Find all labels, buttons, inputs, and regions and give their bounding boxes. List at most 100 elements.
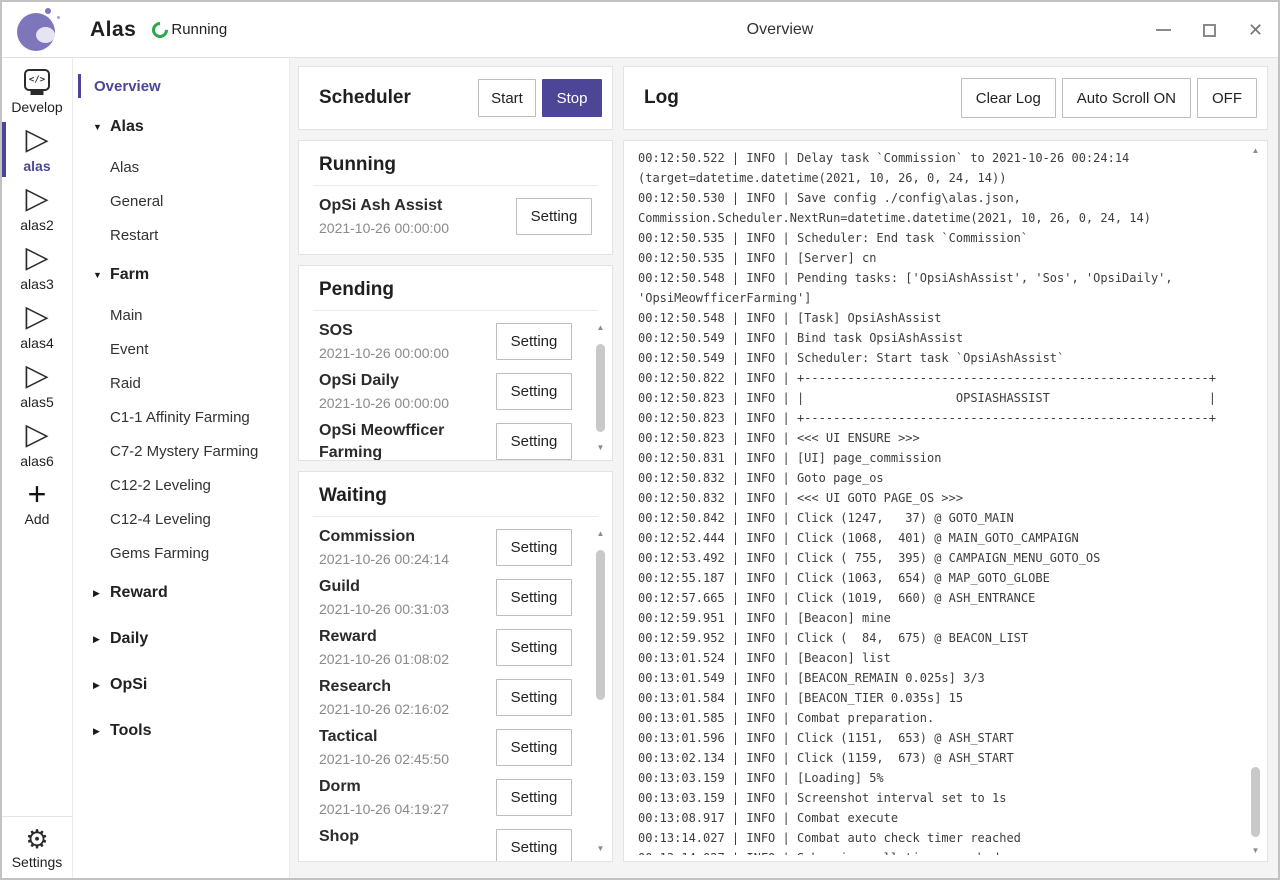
nav-item-label: Overview <box>94 78 161 95</box>
scroll-up-icon[interactable]: ▲ <box>1252 145 1260 157</box>
log-line: 00:13:01.524 | INFO | [Beacon] list <box>638 648 1239 668</box>
nav-item[interactable]: Overview <box>73 68 289 104</box>
nav-item[interactable]: Main <box>73 298 289 332</box>
setting-button[interactable]: Setting <box>496 729 572 766</box>
nav-item[interactable]: General <box>73 184 289 218</box>
auto-scroll-off-button[interactable]: OFF <box>1197 78 1257 118</box>
nav-item[interactable]: C7-2 Mystery Farming <box>73 434 289 468</box>
task-next-run-time: 2021-10-26 02:16:02 <box>319 699 491 719</box>
scroll-up-icon[interactable]: ▲ <box>597 322 605 334</box>
setting-button[interactable]: Setting <box>516 198 592 235</box>
rail-item[interactable]: + Add <box>2 474 72 533</box>
clear-log-button[interactable]: Clear Log <box>961 78 1056 118</box>
log-line: 00:12:50.549 | INFO | Bind task OpsiAshA… <box>638 328 1239 348</box>
task-row: OpSi Meowfficer Farming Setting <box>319 420 572 460</box>
running-spinner-icon <box>149 18 172 41</box>
settings-label: Settings <box>12 854 63 870</box>
log-line: (target=datetime.datetime(2021, 10, 26, … <box>638 168 1239 188</box>
nav-item-label: C1-1 Affinity Farming <box>110 409 250 426</box>
setting-button[interactable]: Setting <box>496 579 572 616</box>
log-scrollbar[interactable]: ▲ ▼ <box>1248 145 1263 857</box>
setting-button[interactable]: Setting <box>496 529 572 566</box>
waiting-list: Commission 2021-10-26 00:24:14 Setting G… <box>299 517 612 861</box>
nav-item[interactable]: Event <box>73 332 289 366</box>
task-row: Tactical 2021-10-26 02:45:50 Setting <box>319 726 572 776</box>
scroll-down-icon[interactable]: ▼ <box>1252 845 1260 857</box>
task-row: SOS 2021-10-26 00:00:00 Setting <box>319 320 572 370</box>
nav-item[interactable]: C1-1 Affinity Farming <box>73 400 289 434</box>
nav-item[interactable]: ▶ Reward <box>73 570 289 616</box>
task-next-run-time: 2021-10-26 00:24:14 <box>319 549 491 569</box>
settings-button[interactable]: ⚙ Settings <box>2 816 72 878</box>
rail-item[interactable]: ▷ alas2 <box>2 179 72 238</box>
auto-scroll-on-button[interactable]: Auto Scroll ON <box>1062 78 1191 118</box>
nav-item[interactable]: Gems Farming <box>73 536 289 570</box>
minimize-button[interactable] <box>1155 22 1172 39</box>
nav-item-label: Restart <box>110 227 158 244</box>
main-content: Scheduler Start Stop Running OpSi Ash As <box>290 58 1278 878</box>
log-line: 00:12:50.832 | INFO | Goto page_os <box>638 468 1239 488</box>
setting-button[interactable]: Setting <box>496 779 572 816</box>
log-panel: 00:12:50.522 | INFO | Delay task `Commis… <box>623 140 1268 862</box>
log-line: 00:12:50.842 | INFO | Click (1247, 37) @… <box>638 508 1239 528</box>
start-button[interactable]: Start <box>478 79 536 117</box>
log-line: 00:12:50.822 | INFO | +-----------------… <box>638 368 1239 388</box>
scrollbar-thumb[interactable] <box>596 344 605 432</box>
log-line: 00:13:03.159 | INFO | [Loading] 5% <box>638 768 1239 788</box>
alas-logo-icon <box>14 6 62 54</box>
rail-item[interactable]: </> Develop <box>2 64 72 120</box>
task-name: SOS <box>319 320 491 342</box>
setting-button[interactable]: Setting <box>496 323 572 360</box>
nav-item-label: Reward <box>110 584 168 602</box>
scroll-down-icon[interactable]: ▼ <box>597 843 605 855</box>
nav-item-label: Farm <box>110 266 149 284</box>
log-line: 00:12:55.187 | INFO | Click (1063, 654) … <box>638 568 1239 588</box>
scrollbar-thumb[interactable] <box>596 550 605 700</box>
task-next-run-time: 2021-10-26 02:45:50 <box>319 749 491 769</box>
nav-item-label: Alas <box>110 118 144 136</box>
waiting-scrollbar[interactable]: ▲ ▼ <box>593 528 608 855</box>
setting-button[interactable]: Setting <box>496 629 572 666</box>
nav-item[interactable]: ▼ Alas <box>73 104 289 150</box>
pending-title: Pending <box>313 266 598 311</box>
nav-item[interactable]: Raid <box>73 366 289 400</box>
rail-item[interactable]: ▷ alas4 <box>2 297 72 356</box>
rail-item[interactable]: ▷ alas5 <box>2 356 72 415</box>
task-name: OpSi Meowfficer Farming <box>319 420 491 460</box>
stop-button[interactable]: Stop <box>542 79 602 117</box>
nav-item-label: Event <box>110 341 148 358</box>
nav-item[interactable]: C12-2 Leveling <box>73 468 289 502</box>
log-line: 00:12:50.823 | INFO | <<< UI ENSURE >>> <box>638 428 1239 448</box>
scroll-down-icon[interactable]: ▼ <box>597 442 605 454</box>
log-line: 00:12:50.549 | INFO | Scheduler: Start t… <box>638 348 1239 368</box>
log-line: 'OpsiMeowfficerFarming'] <box>638 288 1239 308</box>
nav-item[interactable]: ▶ Daily <box>73 616 289 662</box>
nav-item[interactable]: ▶ Tools <box>73 708 289 754</box>
task-row: Reward 2021-10-26 01:08:02 Setting <box>319 626 572 676</box>
setting-button[interactable]: Setting <box>496 829 572 861</box>
nav-item[interactable]: C12-4 Leveling <box>73 502 289 536</box>
task-row: Commission 2021-10-26 00:24:14 Setting <box>319 526 572 576</box>
pending-scrollbar[interactable]: ▲ ▼ <box>593 322 608 454</box>
rail-item[interactable]: ▷ alas6 <box>2 415 72 474</box>
maximize-button[interactable] <box>1201 22 1218 39</box>
nav-item[interactable]: ▼ Farm <box>73 252 289 298</box>
expand-arrow-icon: ▼ <box>93 122 110 132</box>
nav-item-label: Main <box>110 307 143 324</box>
expand-arrow-icon: ▶ <box>93 634 110 645</box>
nav-item[interactable]: ▶ OpSi <box>73 662 289 708</box>
scrollbar-thumb[interactable] <box>1251 767 1260 837</box>
setting-button[interactable]: Setting <box>496 679 572 716</box>
expand-arrow-icon: ▶ <box>93 680 110 691</box>
rail-item[interactable]: ▷ alas3 <box>2 238 72 297</box>
nav-item[interactable]: Alas <box>73 150 289 184</box>
close-button[interactable]: ✕ <box>1247 22 1264 39</box>
task-name: OpSi Ash Assist <box>319 195 491 217</box>
rail-item[interactable]: ▷ alas <box>2 120 72 179</box>
nav-item[interactable]: Restart <box>73 218 289 252</box>
setting-button[interactable]: Setting <box>496 373 572 410</box>
scroll-up-icon[interactable]: ▲ <box>597 528 605 540</box>
rail-item-label: alas6 <box>20 453 53 469</box>
setting-button[interactable]: Setting <box>496 423 572 460</box>
task-next-run-time: 2021-10-26 01:08:02 <box>319 649 491 669</box>
